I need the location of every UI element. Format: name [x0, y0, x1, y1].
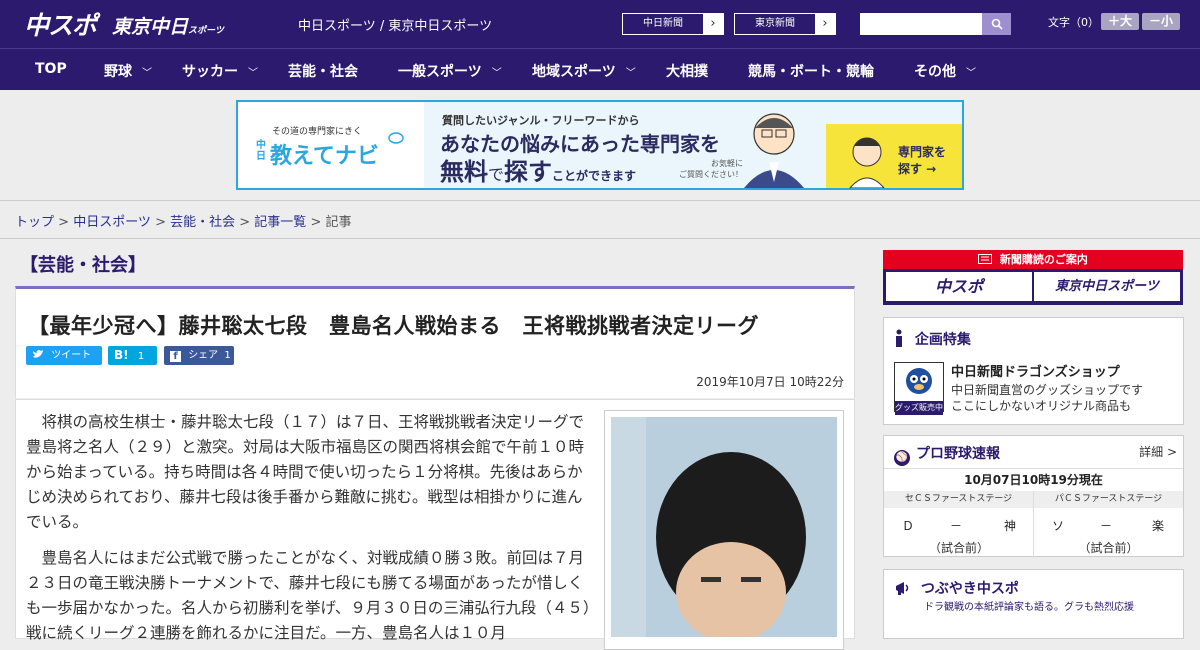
tokyo-shimbun-link[interactable]: 東京新聞 › [734, 13, 836, 35]
newspaper-icon [978, 254, 993, 264]
dragons-shop-title[interactable]: 中日新聞ドラゴンズショップ [951, 361, 1120, 380]
special-features-heading: 企画特集 [894, 329, 971, 349]
article-header: 【最年少冠へ】藤井聡太七段 豊島名人戦始まる 王将戦挑戦者決定リーグ ツイート … [15, 286, 855, 398]
article-body: 将棋の高校生棋士・藤井聡太七段（１７）は７日、王将戦挑戦者決定リーグで豊島将之名… [15, 399, 855, 650]
article-date: 2019年10月7日 10時22分 [696, 375, 844, 389]
baseball-scores-box: ⚾ プロ野球速報 詳細 > 10月07日10時19分現在 セＣＳファーストステージ… [883, 435, 1184, 558]
chevron-down-icon: ﹀ [248, 68, 258, 79]
game-stage: パＣＳファーストステージ [1034, 491, 1183, 508]
breadcrumb-current: 記事 [325, 215, 352, 230]
search-icon [991, 18, 1003, 30]
tweets-subtitle: ドラ観戦の本紙評論家も語る。グラも熱烈応援 [924, 602, 1134, 613]
promo-chuspo-logo[interactable]: 中スポ [886, 272, 1032, 301]
nav-general-sports[interactable]: 一般スポーツ ﹀ [398, 61, 502, 81]
tweets-heading[interactable]: つぶやき中スポ [894, 578, 1019, 598]
tweets-box: つぶやき中スポ ドラ観戦の本紙評論家も語る。グラも熱烈応援 [883, 569, 1184, 639]
ad-cta-button[interactable]: 専門家を 探す → [826, 124, 962, 188]
dragons-shop-desc-1: 中日新聞直営のグッズショップです [951, 383, 1144, 397]
info-icon [896, 329, 902, 347]
ad-message-panel: 質問したいジャンル・フリーワードから あなたの悩みにあった専門家を 無料で探すこ… [424, 102, 824, 188]
ad-brand-prefix: 中日 [256, 140, 266, 162]
nav-racing[interactable]: 競馬・ボート・競輪 [748, 61, 874, 81]
facebook-share-button[interactable]: f シェア 1 [164, 346, 234, 365]
ad-cta-label: 専門家を 探す → [898, 145, 947, 176]
subscription-promo[interactable]: 新聞購読のご案内 中スポ 東京中日スポーツ [883, 250, 1183, 305]
article-paragraph: 豊島名人にはまだ公式戦で勝ったことがなく、対戦成績０勝３敗。前回は７月２３日の竜… [26, 549, 591, 642]
nav-other[interactable]: その他 ﹀ [914, 61, 976, 81]
twitter-icon [33, 350, 43, 358]
ad-line3: 無料で探すことができます [440, 158, 637, 186]
baseball-timestamp: 10月07日10時19分現在 [884, 468, 1183, 492]
chevron-right-icon: › [815, 14, 835, 34]
ad-banner[interactable]: その道の専門家にきく 中日 教えてナビ 質問したいジャンル・フリーワードから あ… [236, 100, 964, 190]
genre-heading: 【芸能・社会】 [20, 255, 146, 276]
chevron-down-icon: ﹀ [491, 68, 502, 79]
nav-top[interactable]: TOP [35, 61, 67, 77]
facebook-icon: f [170, 351, 181, 362]
article-photo-frame [604, 410, 844, 650]
game-card[interactable]: パＣＳファーストステージ ソ － 楽 （試合前） [1034, 491, 1183, 558]
baseball-icon: ⚾ [894, 450, 910, 466]
megaphone-icon [896, 582, 909, 595]
site-title: 中日スポーツ / 東京中日スポーツ [298, 19, 493, 34]
nav-soccer[interactable]: サッカー ﹀ [182, 61, 258, 81]
hatena-bookmark-button[interactable]: B! 1 [108, 346, 157, 365]
chuspo-logo[interactable]: 中スポ [24, 6, 97, 42]
chunichi-shimbun-link[interactable]: 中日新聞 › [622, 13, 724, 35]
dragons-shop-thumb[interactable]: グッズ販売中 [894, 362, 944, 415]
breadcrumb-chuspo[interactable]: 中日スポーツ [73, 215, 151, 230]
ad-brand-panel: その道の専門家にきく 中日 教えてナビ [238, 102, 424, 188]
game-stage: セＣＳファーストステージ [884, 491, 1033, 508]
article-paragraph: 将棋の高校生棋士・藤井聡太七段（１７）は７日、王将戦挑戦者決定リーグで豊島将之名… [26, 413, 585, 531]
dragons-shop-desc-2: ここにしかないオリジナル商品も [951, 399, 1132, 413]
search-input[interactable] [860, 13, 982, 35]
dragons-mascot-icon [906, 368, 932, 394]
chevron-down-icon: ﹀ [966, 68, 976, 79]
game-status: （試合前） [1078, 541, 1139, 555]
baseball-heading: ⚾ プロ野球速報 [894, 443, 1000, 466]
game-away: 神 [1004, 519, 1017, 533]
search-button[interactable] [982, 13, 1011, 35]
tweet-button[interactable]: ツイート [26, 346, 102, 365]
game-status: （試合前） [928, 541, 989, 555]
promo-tokyo-chunichi-logo[interactable]: 東京中日スポーツ [1034, 272, 1180, 301]
font-size-label: 文字（0） [1048, 16, 1099, 29]
nav-entertainment[interactable]: 芸能・社会 [288, 61, 358, 81]
baseball-detail-link[interactable]: 詳細 > [1139, 443, 1177, 460]
game-score: － [950, 519, 963, 533]
top-bar: 中スポ 東京中日スポーツ 中日スポーツ / 東京中日スポーツ 中日新聞 › 東京新… [0, 0, 1200, 48]
article-title: 【最年少冠へ】藤井聡太七段 豊島名人戦始まる 王将戦挑戦者決定リーグ [28, 314, 759, 338]
expert-illustration [744, 113, 804, 188]
chevron-down-icon: ﹀ [625, 68, 636, 79]
hatena-icon: B! [114, 348, 129, 362]
chat-bubble-icon [388, 132, 404, 144]
ad-brand: 教えてナビ [270, 144, 379, 169]
chevron-down-icon: ﹀ [142, 68, 152, 79]
ad-tagline: その道の専門家にきく [272, 127, 363, 137]
font-smaller-button[interactable]: －小 [1142, 13, 1180, 30]
main-nav: TOP 野球 ﹀ サッカー ﹀ 芸能・社会 一般スポーツ ﹀ 地域スポーツ ﹀ 大相撲 … [0, 48, 1200, 90]
promo-title: 新聞購読のご案内 [883, 250, 1183, 269]
breadcrumb-article-list[interactable]: 記事一覧 [254, 215, 306, 230]
ad-line1: 質問したいジャンル・フリーワードから [442, 114, 640, 127]
breadcrumb: トップ > 中日スポーツ > 芸能・社会 > 記事一覧 > 記事 [0, 200, 1200, 239]
game-away: 楽 [1152, 519, 1165, 533]
goods-badge: グッズ販売中 [895, 401, 943, 415]
special-features-box: 企画特集 グッズ販売中 中日新聞ドラゴンズショップ 中日新聞直営のグッズショップ… [883, 317, 1184, 425]
nav-baseball[interactable]: 野球 ﹀ [104, 61, 152, 81]
breadcrumb-top[interactable]: トップ [15, 215, 54, 230]
game-home: Ｄ [902, 519, 915, 533]
tokyo-chunichi-logo[interactable]: 東京中日スポーツ [112, 12, 224, 39]
font-larger-button[interactable]: ＋大 [1101, 13, 1139, 30]
nav-local-sports[interactable]: 地域スポーツ ﹀ [532, 61, 636, 81]
player-photo-image [611, 417, 837, 637]
game-score: － [1100, 519, 1113, 533]
article-photo[interactable] [611, 417, 837, 637]
game-home: ソ [1052, 519, 1065, 533]
chevron-right-icon: › [703, 14, 723, 34]
thinking-person-icon [849, 137, 885, 188]
nav-sumo[interactable]: 大相撲 [666, 61, 708, 81]
breadcrumb-entertainment[interactable]: 芸能・社会 [170, 215, 235, 230]
game-card[interactable]: セＣＳファーストステージ Ｄ － 神 （試合前） [884, 491, 1034, 558]
